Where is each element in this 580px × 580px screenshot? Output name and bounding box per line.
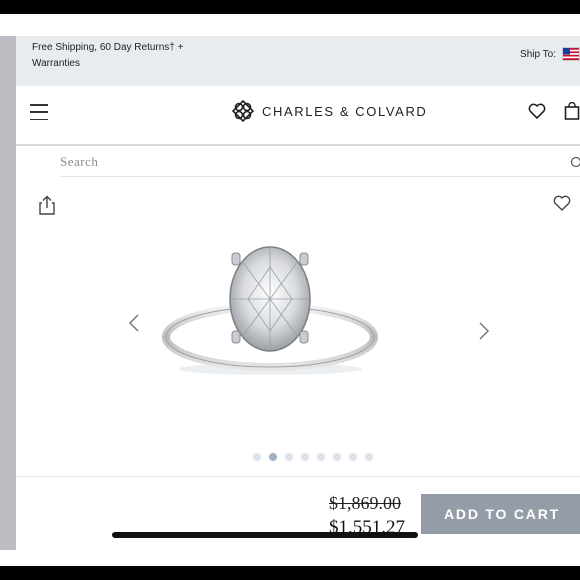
gallery-dot[interactable] — [317, 453, 325, 461]
gallery-dot[interactable] — [301, 453, 309, 461]
left-rail — [0, 36, 16, 550]
home-indicator-area — [0, 550, 580, 566]
phone-screen: Free Shipping, 60 Day Returns† + Warrant… — [0, 14, 580, 566]
search-icon[interactable] — [570, 156, 580, 168]
shopping-bag-icon[interactable] — [564, 102, 580, 120]
us-flag-icon — [562, 47, 580, 61]
brand-name: CHARLES & COLVARD — [262, 103, 428, 119]
search-input[interactable] — [60, 152, 560, 172]
gallery-dot[interactable] — [349, 453, 357, 461]
ship-to-selector[interactable]: Ship To: — [520, 47, 580, 61]
gallery-dot[interactable] — [285, 453, 293, 461]
add-to-cart-button[interactable]: ADD TO CART — [421, 494, 580, 534]
status-strip — [0, 14, 580, 37]
home-indicator[interactable] — [112, 532, 418, 538]
ship-to-label: Ship To: — [520, 48, 556, 60]
gallery-dot[interactable] — [333, 453, 341, 461]
heart-icon[interactable] — [553, 195, 571, 211]
oval-solitaire-engagement-ring — [162, 246, 378, 375]
brand-mark-icon — [231, 99, 255, 123]
purchase-bar: $1,869.00 $1,551.27 ADD TO CART — [16, 476, 580, 551]
gallery-dot[interactable] — [365, 453, 373, 461]
previous-image-arrow-icon[interactable] — [128, 313, 140, 333]
gallery-pagination — [253, 453, 373, 461]
hamburger-menu-icon[interactable] — [30, 104, 48, 120]
promo-banner: Free Shipping, 60 Day Returns† + Warrant… — [16, 36, 580, 86]
search-bar — [60, 148, 580, 177]
next-image-arrow-icon[interactable] — [478, 321, 490, 341]
gallery-dot[interactable] — [269, 453, 277, 461]
gallery-dot[interactable] — [253, 453, 261, 461]
brand-logo[interactable]: CHARLES & COLVARD — [230, 98, 427, 124]
share-icon[interactable] — [38, 195, 56, 215]
promo-text: Free Shipping, 60 Day Returns† + Warrant… — [32, 42, 184, 69]
site-header: CHARLES & COLVARD — [16, 86, 580, 146]
original-price: $1,869.00 — [329, 493, 401, 513]
heart-icon[interactable] — [528, 103, 546, 119]
